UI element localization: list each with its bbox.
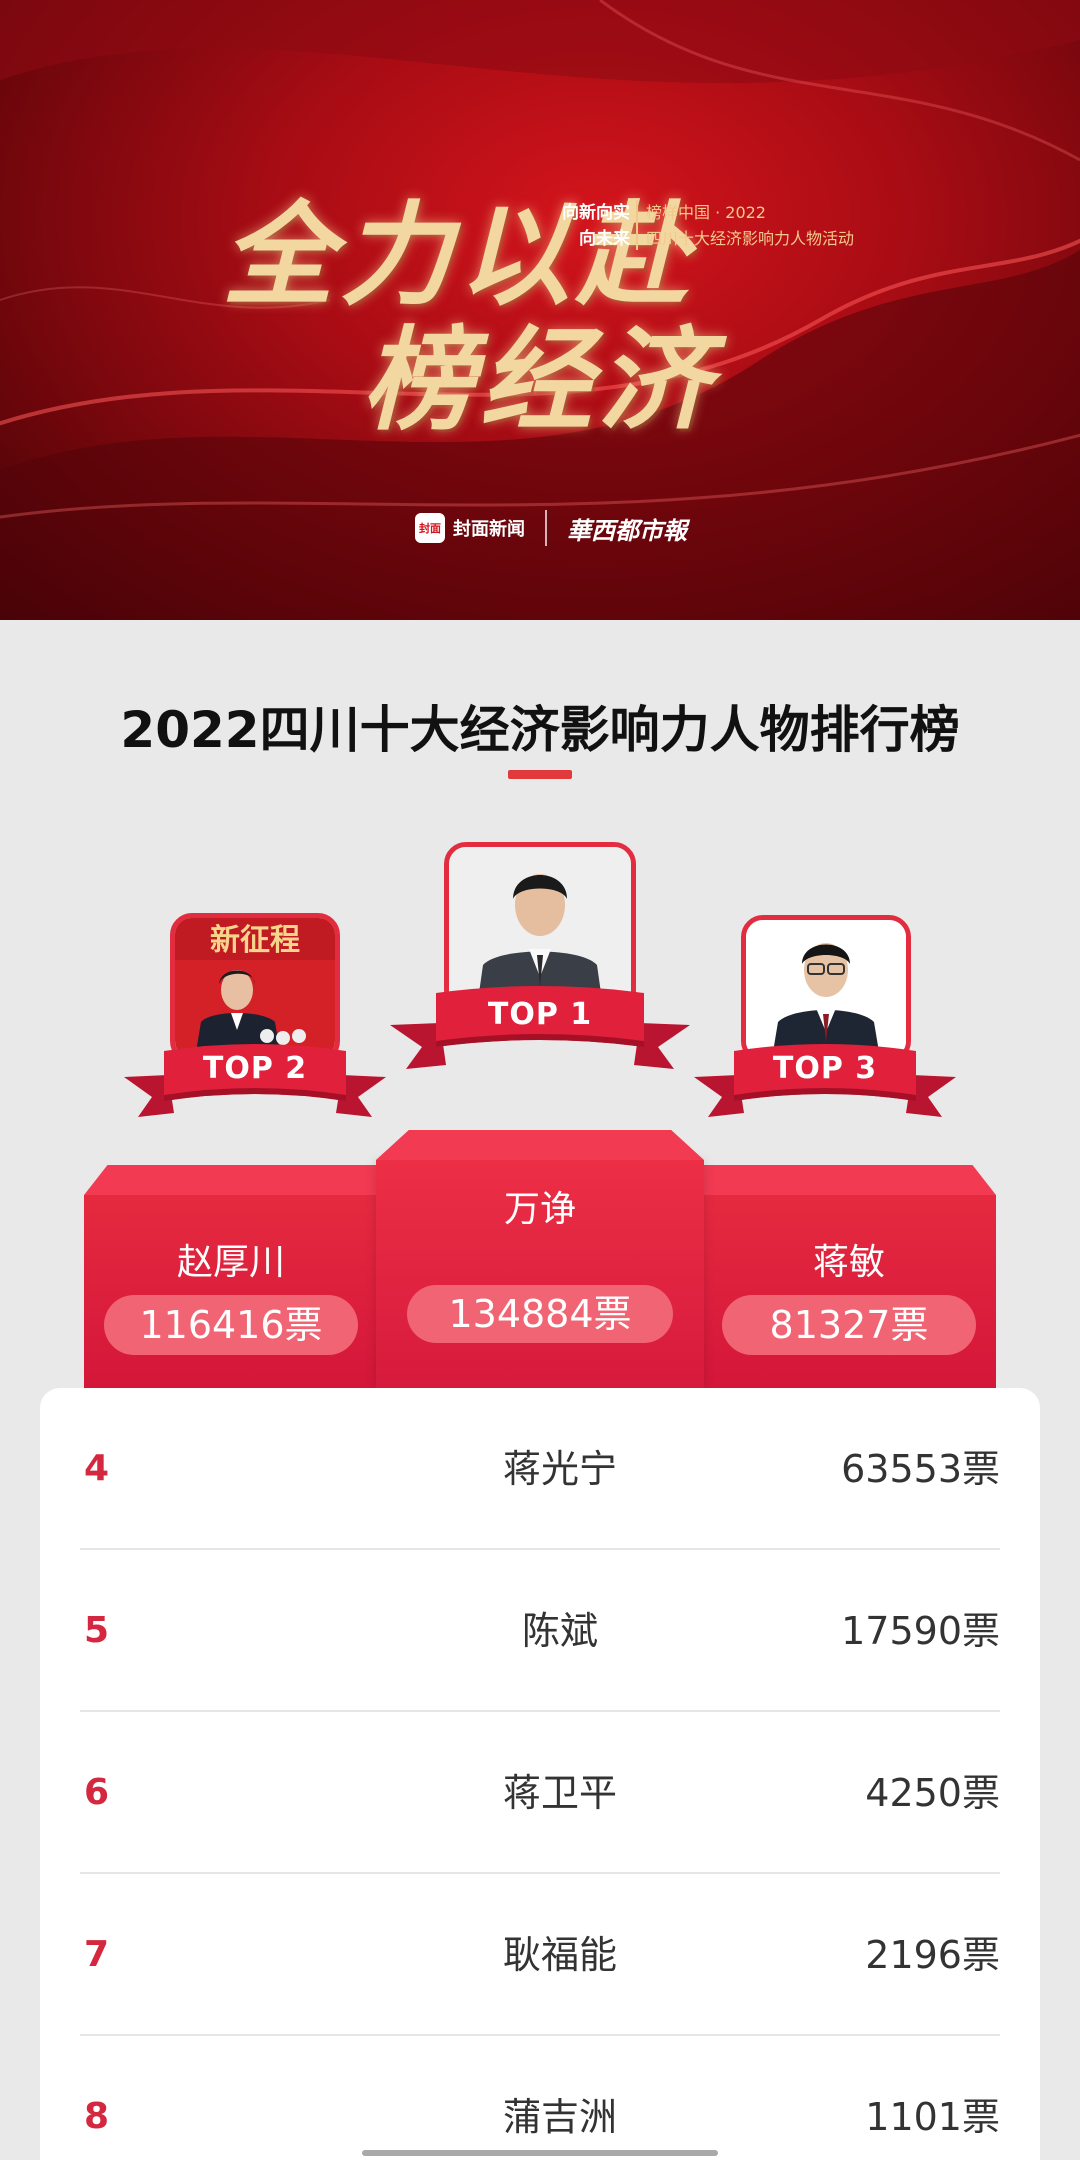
sponsor-logos: 封面 封面新闻 華西都市報 (415, 510, 687, 546)
person-photo-first (449, 847, 631, 1007)
list-item[interactable]: 5 陈斌 17590票 (80, 1550, 1000, 1712)
ribbon-first-label: TOP 1 (487, 997, 593, 1032)
podium-second-name: 赵厚川 (176, 1242, 285, 1283)
ribbon-third-label: TOP 3 (772, 1051, 878, 1086)
list-item[interactable]: 6 蒋卫平 4250票 (80, 1712, 1000, 1874)
slogan-line1: 向新向实 (562, 203, 630, 223)
podium-second-top (84, 1165, 378, 1195)
home-indicator[interactable] (362, 2150, 718, 2156)
page-title: 2022四川十大经济影响力人物排行榜 (120, 701, 960, 759)
rank-number: 4 (84, 1448, 110, 1489)
logo-separator (545, 510, 547, 546)
podium-third[interactable]: 蒋敏 81327票 (702, 1165, 996, 1390)
title-underline (508, 770, 572, 779)
podium-third-votes: 81327票 (722, 1295, 976, 1355)
podium-first[interactable]: 万诤 134884票 (376, 1130, 704, 1390)
podium-second-votes: 116416票 (104, 1295, 358, 1355)
svg-text:新征程: 新征程 (210, 923, 300, 958)
banner-calligraphy-line2: 榜经济 (362, 315, 716, 446)
podium-third-top (702, 1165, 996, 1195)
rank-name: 蒋光宁 (502, 1447, 617, 1491)
rank-votes: 1101票 (865, 2095, 1000, 2139)
cover-news-logo-text: 封面新闻 (453, 519, 525, 540)
podium-first-name: 万诤 (503, 1189, 576, 1230)
event-line2: 四川十大经济影响力人物活动 (646, 229, 855, 248)
rank-number: 7 (84, 1934, 110, 1975)
ranking-list: 4 蒋光宁 63553票 5 陈斌 17590票 6 蒋卫平 4250票 7 耿… (40, 1388, 1040, 2160)
hero-banner: 全力以赴 榜经济 向新向实 向未来 榜样中国 · 2022 四川十大经济影响力人… (0, 0, 1080, 620)
slogan-line2: 向未来 (579, 229, 630, 249)
banner-divider (636, 200, 638, 250)
list-item[interactable]: 7 耿福能 2196票 (80, 1874, 1000, 2036)
cover-news-logo-icon: 封面 (415, 513, 445, 543)
rank-number: 6 (84, 1772, 110, 1813)
rank-name: 陈斌 (521, 1609, 598, 1653)
list-item[interactable]: 4 蒋光宁 63553票 (80, 1388, 1000, 1550)
rank-name: 蒋卫平 (502, 1771, 617, 1815)
podium-third-name: 蒋敏 (812, 1242, 885, 1283)
list-item[interactable]: 8 蒲吉洲 1101票 (80, 2036, 1000, 2160)
rank-number: 8 (84, 2096, 110, 2137)
rank-votes: 4250票 (865, 1771, 1000, 1815)
rank-votes: 63553票 (841, 1447, 1000, 1491)
event-line1: 榜样中国 · 2022 (646, 203, 766, 222)
rank-votes: 17590票 (841, 1609, 1000, 1653)
ribbon-second-label: TOP 2 (202, 1051, 308, 1086)
ribbon-second: TOP 2 (124, 1035, 386, 1135)
west-china-metropolis-logo: 華西都市報 (567, 515, 687, 545)
ribbon-first: TOP 1 (390, 985, 690, 1085)
rank-name: 耿福能 (502, 1933, 617, 1977)
rank-votes: 2196票 (865, 1933, 1000, 1977)
podium-first-top (376, 1130, 704, 1160)
podium-first-votes: 134884票 (407, 1285, 673, 1343)
banner-event: 榜样中国 · 2022 四川十大经济影响力人物活动 (646, 200, 854, 252)
banner-slogan: 向新向实 向未来 (560, 200, 630, 252)
podium-second[interactable]: 赵厚川 116416票 (84, 1165, 378, 1390)
ribbon-third: TOP 3 (694, 1035, 956, 1135)
rank-number: 5 (84, 1610, 110, 1651)
rank-name: 蒲吉洲 (502, 2095, 617, 2139)
